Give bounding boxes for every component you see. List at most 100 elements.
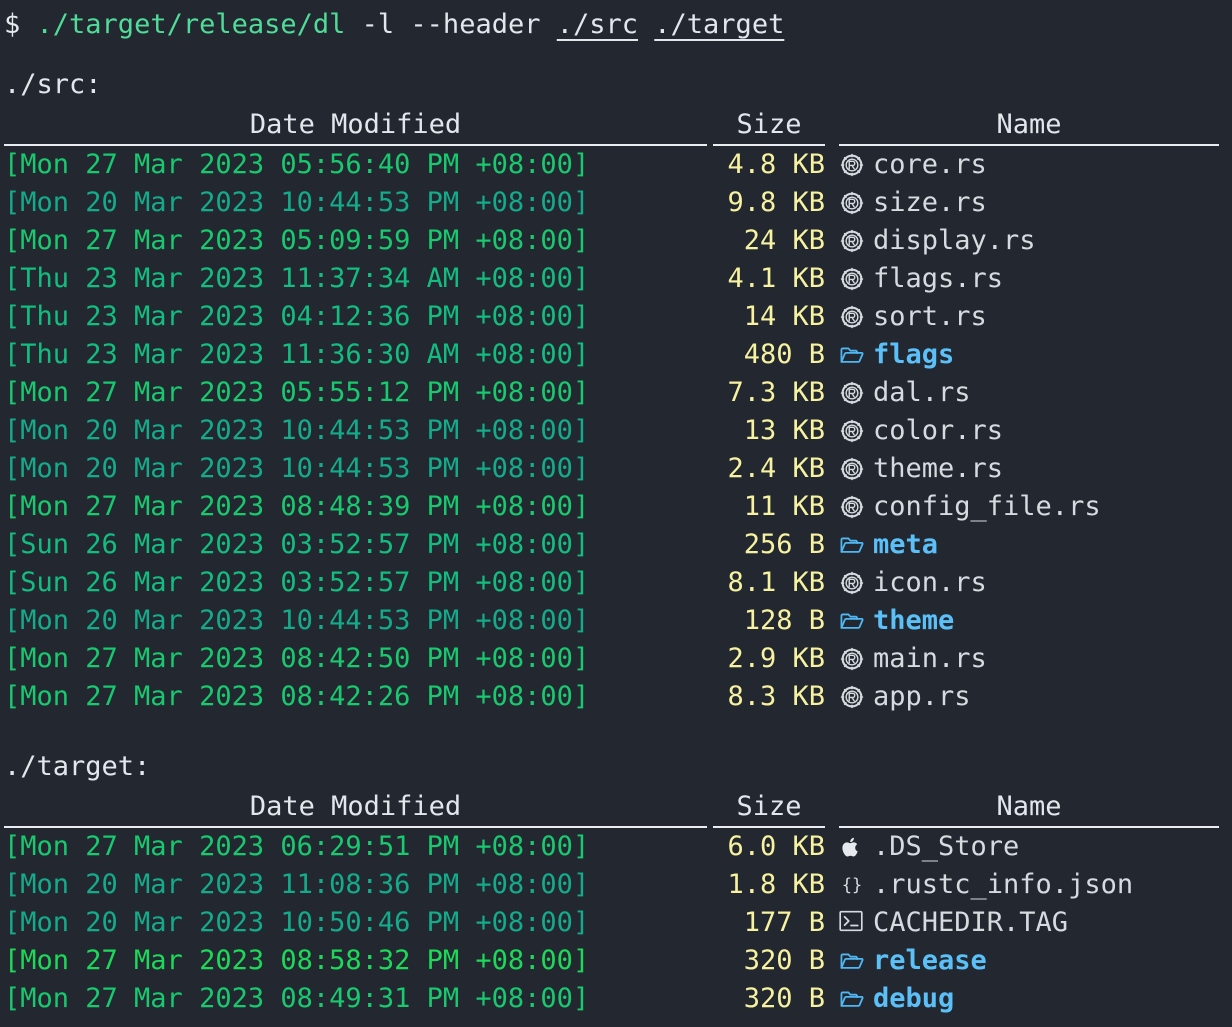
size-value: 2.4 [727,453,777,484]
cell-size: 9.8 KB [713,184,825,222]
size-value: 177 [743,907,793,938]
cell-name[interactable]: dal.rs [839,374,1219,412]
file-name[interactable]: .DS_Store [873,831,1019,862]
column-header-name[interactable]: Name [839,106,1219,146]
rust-icon [839,266,865,292]
folder-icon [839,342,865,368]
directory-name[interactable]: debug [873,983,954,1014]
size-value: 4.1 [727,263,777,294]
file-name[interactable]: dal.rs [873,377,971,408]
directory-name[interactable]: theme [873,605,954,636]
file-name[interactable]: size.rs [873,187,987,218]
table-row[interactable]: [Mon 20 Mar 2023 10:44:53 PM +08:00] 9.8 … [4,184,1219,222]
cell-name[interactable]: sort.rs [839,298,1219,336]
rust-icon [839,570,865,596]
cell-name[interactable]: size.rs [839,184,1219,222]
file-name[interactable]: main.rs [873,643,987,674]
cell-size: 256 B [713,526,825,564]
cell-name[interactable]: .DS_Store [839,827,1219,866]
cell-name[interactable]: app.rs [839,678,1219,716]
table-row[interactable]: [Mon 20 Mar 2023 10:44:53 PM +08:00] 128 … [4,602,1219,640]
command-arg-target: ./target [654,9,785,40]
column-header-name[interactable]: Name [839,788,1219,828]
cell-size: 4.8 KB [713,145,825,184]
file-name[interactable]: sort.rs [873,301,987,332]
column-header-size[interactable]: Size [713,788,825,828]
table-row[interactable]: [Mon 27 Mar 2023 05:55:12 PM +08:00] 7.3 … [4,374,1219,412]
directory-name[interactable]: flags [873,339,954,370]
directory-name[interactable]: meta [873,529,938,560]
table-row[interactable]: [Mon 27 Mar 2023 08:42:26 PM +08:00] 8.3 … [4,678,1219,716]
cell-name[interactable]: color.rs [839,412,1219,450]
cell-name[interactable]: {} .rustc_info.json [839,866,1219,904]
cell-name[interactable]: debug [839,980,1219,1018]
table-row[interactable]: [Thu 23 Mar 2023 11:37:34 AM +08:00] 4.1 … [4,260,1219,298]
json-icon: {} [839,872,865,898]
table-row[interactable]: [Thu 23 Mar 2023 04:12:36 PM +08:00] 14 K… [4,298,1219,336]
cell-name[interactable]: icon.rs [839,564,1219,602]
column-header-date[interactable]: Date Modified [4,106,707,146]
size-unit: KB [792,453,825,484]
size-value: 11 [743,491,777,522]
shell-prompt-symbol: $ [4,9,21,40]
cell-name[interactable]: core.rs [839,145,1219,184]
table-row[interactable]: [Mon 27 Mar 2023 05:56:40 PM +08:00] 4.8 … [4,145,1219,184]
cell-gap [825,866,839,904]
svg-text:{}: {} [842,876,863,896]
file-name[interactable]: app.rs [873,681,971,712]
size-value: 256 [743,529,793,560]
table-row[interactable]: [Mon 20 Mar 2023 10:44:53 PM +08:00] 2.4 … [4,450,1219,488]
cell-name[interactable]: theme [839,602,1219,640]
size-value: 8.3 [727,681,777,712]
cell-size: 2.9 KB [713,640,825,678]
size-unit: B [808,945,825,976]
table-row[interactable]: [Mon 27 Mar 2023 08:48:39 PM +08:00] 11 K… [4,488,1219,526]
table-row[interactable]: [Mon 20 Mar 2023 11:08:36 PM +08:00] 1.8 … [4,866,1219,904]
cell-name[interactable]: config_file.rs [839,488,1219,526]
cell-gap [825,450,839,488]
file-name[interactable]: display.rs [873,225,1036,256]
rust-icon [839,456,865,482]
file-name[interactable]: theme.rs [873,453,1003,484]
cell-name[interactable]: display.rs [839,222,1219,260]
size-unit: B [808,339,825,370]
table-header-row: Date Modified Size Name [4,788,1219,828]
table-row[interactable]: [Mon 27 Mar 2023 05:09:59 PM +08:00] 24 K… [4,222,1219,260]
cell-name[interactable]: release [839,942,1219,980]
table-row[interactable]: [Sun 26 Mar 2023 03:52:57 PM +08:00] 256 … [4,526,1219,564]
size-unit: KB [792,377,825,408]
directory-name[interactable]: release [873,945,987,976]
cell-name[interactable]: flags.rs [839,260,1219,298]
file-name[interactable]: flags.rs [873,263,1003,294]
size-value: 4.8 [727,149,777,180]
file-name[interactable]: .rustc_info.json [873,869,1133,900]
file-name[interactable]: icon.rs [873,567,987,598]
cell-gap [825,904,839,942]
table-row[interactable]: [Sun 26 Mar 2023 03:52:57 PM +08:00] 8.1 … [4,564,1219,602]
cell-date-modified: [Thu 23 Mar 2023 11:36:30 AM +08:00] [4,339,590,370]
file-name[interactable]: color.rs [873,415,1003,446]
cell-name[interactable]: flags [839,336,1219,374]
table-row[interactable]: [Mon 27 Mar 2023 06:29:51 PM +08:00] 6.0 … [4,827,1219,866]
cell-name[interactable]: main.rs [839,640,1219,678]
table-row[interactable]: [Mon 20 Mar 2023 10:50:46 PM +08:00] 177 … [4,904,1219,942]
cell-gap [825,488,839,526]
cell-name[interactable]: meta [839,526,1219,564]
cell-name[interactable]: CACHEDIR.TAG [839,904,1219,942]
column-header-size[interactable]: Size [713,106,825,146]
listing-sections: ./src: Date Modified Size Name [Mon 27 Mar 2… [4,66,1232,1018]
file-name[interactable]: CACHEDIR.TAG [873,907,1068,938]
table-row[interactable]: [Mon 27 Mar 2023 08:58:32 PM +08:00] 320 … [4,942,1219,980]
size-value: 320 [743,945,793,976]
table-row[interactable]: [Mon 27 Mar 2023 08:42:50 PM +08:00] 2.9 … [4,640,1219,678]
file-name[interactable]: core.rs [873,149,987,180]
table-row[interactable]: [Mon 20 Mar 2023 10:44:53 PM +08:00] 13 K… [4,412,1219,450]
table-row[interactable]: [Mon 27 Mar 2023 08:49:31 PM +08:00] 320 … [4,980,1219,1018]
rust-icon [839,494,865,520]
file-name[interactable]: config_file.rs [873,491,1101,522]
size-unit: KB [792,831,825,862]
rust-icon [839,190,865,216]
table-row[interactable]: [Thu 23 Mar 2023 11:36:30 AM +08:00] 480 … [4,336,1219,374]
column-header-date[interactable]: Date Modified [4,788,707,828]
cell-name[interactable]: theme.rs [839,450,1219,488]
